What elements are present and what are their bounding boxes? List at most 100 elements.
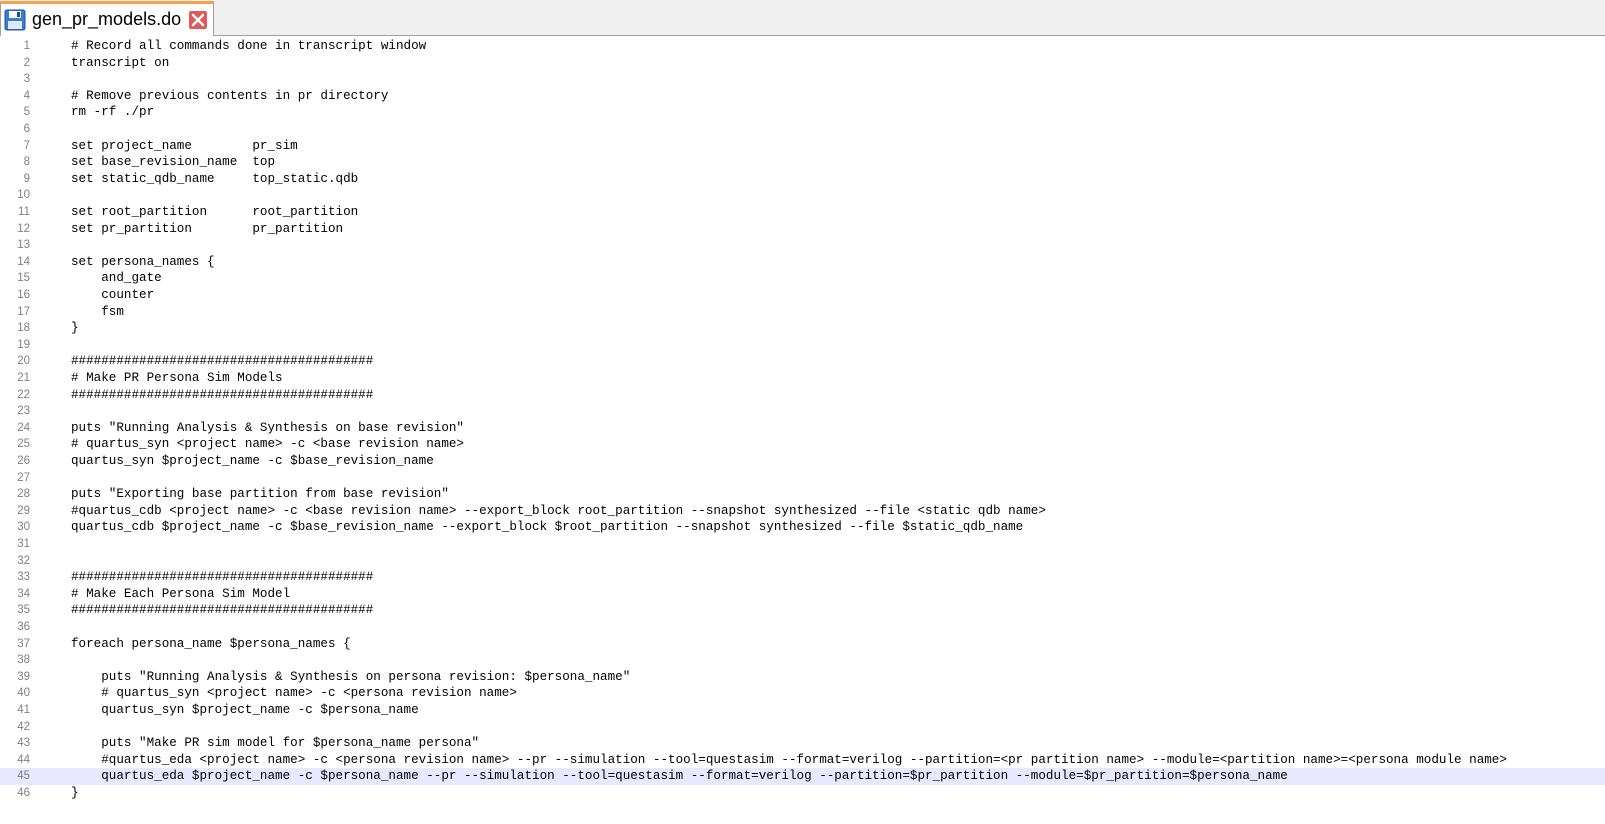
- code-editor[interactable]: 1 # Record all commands done in transcrip…: [0, 37, 1605, 824]
- code-line[interactable]: 30 quartus_cdb $project_name -c $base_rev…: [0, 519, 1605, 536]
- code-line[interactable]: 5 rm -rf ./pr: [0, 104, 1605, 121]
- line-number: 25: [17, 438, 30, 451]
- code-line[interactable]: 17 fsm: [0, 304, 1605, 321]
- code-text: ########################################: [71, 570, 374, 585]
- code-line[interactable]: 35 ######################################…: [0, 602, 1605, 619]
- line-number: 8: [23, 156, 30, 169]
- code-line[interactable]: 43 puts "Make PR sim model for $persona_…: [0, 735, 1605, 752]
- line-number: 3: [23, 73, 30, 86]
- code-line[interactable]: 46}: [0, 785, 1605, 802]
- line-number: 11: [18, 206, 30, 218]
- line-number: 5: [23, 106, 30, 119]
- code-line[interactable]: 29 #quartus_cdb <project name> -c <base r…: [0, 503, 1605, 520]
- code-line[interactable]: 18}: [0, 320, 1605, 337]
- code-line[interactable]: 28 puts "Exporting base partition from ba…: [0, 486, 1605, 503]
- code-text: # Make PR Persona Sim Models: [71, 371, 283, 385]
- code-line[interactable]: 40 # quartus_syn <project name> -c <pers…: [0, 685, 1605, 702]
- code-line[interactable]: 45 quartus_eda $project_name -c $persona…: [0, 768, 1605, 786]
- code-line[interactable]: 15 and_gate: [0, 270, 1605, 287]
- code-line[interactable]: 24 puts "Running Analysis & Synthesis on …: [0, 420, 1605, 437]
- line-number: 38: [17, 654, 30, 667]
- line-number: 23: [17, 405, 30, 418]
- code-line[interactable]: 20 ######################################…: [0, 353, 1605, 370]
- line-number: 33: [17, 571, 30, 584]
- code-line[interactable]: 2 transcript on: [0, 55, 1605, 72]
- code-text: set static_qdb_name top_static.qdb: [71, 171, 359, 186]
- code-text: set persona_names {: [71, 254, 215, 269]
- code-line[interactable]: 33 ######################################…: [0, 569, 1605, 586]
- code-line[interactable]: 3: [0, 71, 1605, 88]
- line-number: 27: [17, 471, 30, 484]
- code-line[interactable]: 41 quartus_syn $project_name -c $persona…: [0, 702, 1605, 719]
- code-line[interactable]: 34 # Make Each Persona Sim Model: [0, 586, 1605, 603]
- close-icon[interactable]: [189, 11, 207, 29]
- line-number: 17: [17, 305, 30, 318]
- code-text: set project_name pr_sim: [71, 138, 298, 153]
- line-number: 2: [23, 56, 30, 69]
- code-text: # Make Each Persona Sim Model: [71, 586, 291, 601]
- line-number: 44: [17, 753, 30, 766]
- code-line[interactable]: 14 set persona_names {: [0, 254, 1605, 271]
- code-text: puts "Running Analysis & Synthesis on pe…: [71, 669, 631, 684]
- code-line[interactable]: 37 foreach persona_name $persona_names {: [0, 636, 1605, 653]
- code-line[interactable]: 8 set base_revision_name top: [0, 154, 1605, 171]
- line-number: 30: [17, 521, 30, 534]
- line-number: 9: [23, 172, 30, 185]
- code-text: fsm: [71, 304, 124, 319]
- code-line[interactable]: 9 set static_qdb_name top_static.qdb: [0, 171, 1605, 188]
- code-text: quartus_cdb $project_name -c $base_revis…: [71, 520, 1024, 535]
- line-number: 21: [17, 372, 30, 384]
- file-tab[interactable]: gen_pr_models.do: [0, 1, 214, 36]
- code-text: # Record all commands done in transcript…: [71, 39, 427, 53]
- code-line[interactable]: 25 # quartus_syn <project name> -c <base …: [0, 436, 1605, 453]
- line-number: 13: [17, 239, 30, 252]
- code-line[interactable]: 26 quartus_syn $project_name -c $base_rev…: [0, 453, 1605, 470]
- code-line[interactable]: 39 puts "Running Analysis & Synthesis on…: [0, 669, 1605, 686]
- code-line[interactable]: 11 set root_partition root_partition: [0, 204, 1605, 221]
- code-line[interactable]: 36: [0, 619, 1605, 636]
- line-number: 45: [17, 770, 30, 783]
- line-number: 39: [17, 670, 30, 683]
- code-line[interactable]: 12 set pr_partition pr_partition: [0, 221, 1605, 238]
- code-text: and_gate: [71, 271, 162, 286]
- code-line[interactable]: 6: [0, 121, 1605, 138]
- code-text: puts "Exporting base partition from base…: [71, 487, 449, 502]
- code-text: ########################################: [71, 603, 374, 618]
- code-line[interactable]: 1 # Record all commands done in transcrip…: [0, 38, 1605, 55]
- code-line[interactable]: 38: [0, 652, 1605, 669]
- code-line[interactable]: 22 ######################################…: [0, 387, 1605, 404]
- line-number: 43: [17, 737, 30, 750]
- line-number: 22: [17, 388, 30, 401]
- code-line[interactable]: 13: [0, 237, 1605, 254]
- code-line[interactable]: 7 set project_name pr_sim: [0, 138, 1605, 155]
- code-text: ########################################: [71, 387, 374, 402]
- line-number: 31: [17, 538, 30, 550]
- code-line[interactable]: 23: [0, 403, 1605, 420]
- code-text: quartus_syn $project_name -c $persona_na…: [71, 703, 419, 717]
- line-number: 42: [17, 720, 30, 733]
- line-number: 26: [17, 455, 30, 467]
- line-number: 29: [17, 504, 30, 517]
- code-line[interactable]: 31: [0, 536, 1605, 553]
- code-line[interactable]: 32: [0, 553, 1605, 570]
- code-line[interactable]: 10: [0, 187, 1605, 204]
- line-number: 14: [17, 255, 30, 268]
- code-line[interactable]: 4 # Remove previous contents in pr direct…: [0, 88, 1605, 105]
- code-line[interactable]: 16 counter: [0, 287, 1605, 304]
- code-text: set base_revision_name top: [71, 155, 276, 170]
- code-text: # quartus_syn <project name> -c <base re…: [71, 437, 464, 452]
- code-line[interactable]: 19: [0, 337, 1605, 354]
- line-number: 40: [17, 687, 30, 700]
- code-text: set root_partition root_partition: [71, 205, 359, 219]
- code-line[interactable]: 42: [0, 719, 1605, 736]
- line-number: 7: [23, 139, 30, 152]
- line-number: 12: [17, 222, 30, 235]
- line-number: 18: [17, 322, 30, 335]
- code-line[interactable]: 44 #quartus_eda <project name> -c <perso…: [0, 752, 1605, 769]
- code-text: ########################################: [71, 354, 374, 369]
- code-text: rm -rf ./pr: [71, 105, 155, 120]
- code-line[interactable]: 21 # Make PR Persona Sim Models: [0, 370, 1605, 387]
- code-text: set pr_partition pr_partition: [71, 221, 344, 236]
- code-line[interactable]: 27: [0, 470, 1605, 487]
- line-number: 35: [17, 604, 30, 617]
